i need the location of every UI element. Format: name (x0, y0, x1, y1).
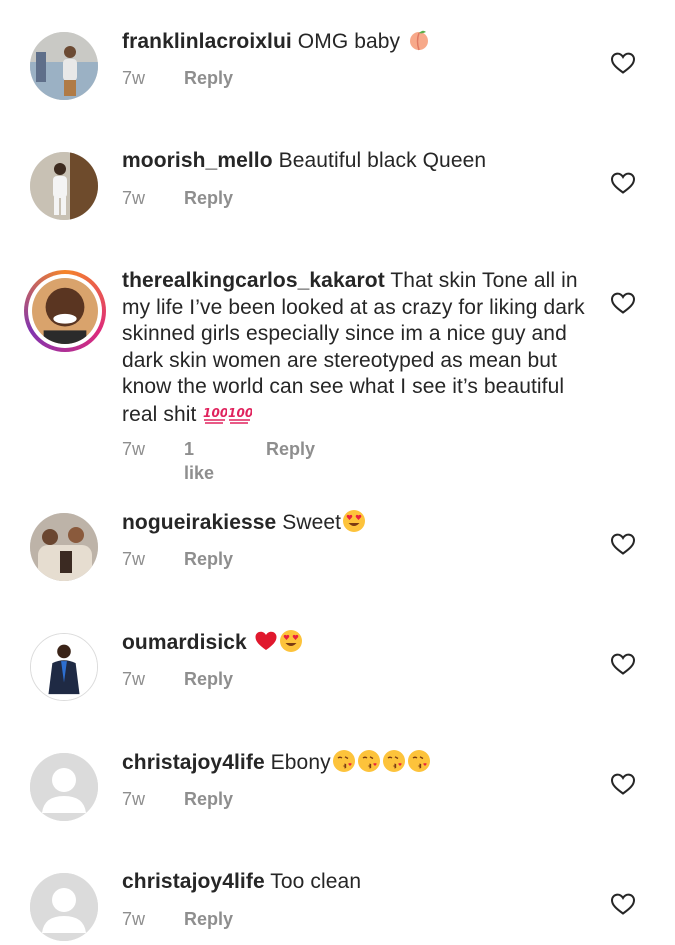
comment-time: 7w (122, 669, 146, 689)
comment-text: OMG baby (297, 30, 401, 53)
story-ring-avatar[interactable] (24, 270, 106, 352)
peach-emoji-icon (407, 28, 431, 52)
reply-button[interactable]: Reply (184, 547, 233, 571)
comment-time: 7w (122, 909, 146, 929)
reply-button[interactable]: Reply (184, 907, 233, 931)
heart-outline-icon[interactable] (610, 291, 636, 315)
avatar[interactable] (30, 513, 98, 581)
comment-username[interactable]: therealkingcarlos_kakarot (122, 269, 385, 292)
svg-text:100: 100 (203, 406, 227, 420)
red-heart-emoji-icon (254, 629, 278, 653)
avatar[interactable] (30, 152, 98, 220)
comment-username[interactable]: christajoy4life (122, 870, 265, 893)
comment-text: Beautiful black Queen (278, 149, 487, 172)
comment-text: Ebony (270, 751, 331, 774)
kissing-heart-emoji-icon (332, 749, 356, 773)
comment-text: That skin Tone all in my life I’ve been … (122, 269, 585, 426)
comment-time: 7w (122, 188, 146, 208)
heart-outline-icon[interactable] (610, 51, 636, 75)
heart-outline-icon[interactable] (610, 532, 636, 556)
svg-text:100: 100 (228, 406, 252, 420)
kissing-heart-emoji-icon (407, 749, 431, 773)
hundred-emoji-icon: 100 (203, 401, 227, 425)
hundred-emoji-icon: 100 (228, 401, 252, 425)
avatar[interactable] (30, 32, 98, 100)
comment-time: 7w (122, 439, 146, 459)
reply-button[interactable]: Reply (184, 787, 233, 811)
comment-username[interactable]: nogueirakiesse (122, 511, 276, 534)
comment-text: Sweet (282, 511, 342, 534)
heart-outline-icon[interactable] (610, 171, 636, 195)
comment-username[interactable]: christajoy4life (122, 751, 265, 774)
comment-time: 7w (122, 68, 146, 88)
avatar[interactable] (30, 633, 98, 701)
heart-outline-icon[interactable] (610, 772, 636, 796)
heart-outline-icon[interactable] (610, 892, 636, 916)
heart-outline-icon[interactable] (610, 652, 636, 676)
reply-button[interactable]: Reply (266, 437, 315, 461)
kissing-heart-emoji-icon (357, 749, 381, 773)
comment-username[interactable]: oumardisick (122, 631, 247, 654)
comment-text: Too clean (270, 870, 362, 893)
comment-username[interactable]: franklinlacroixlui (122, 30, 292, 53)
comment-time: 7w (122, 549, 146, 569)
comment-time: 7w (122, 789, 146, 809)
heart-eyes-emoji-icon (342, 509, 366, 533)
default-avatar[interactable] (30, 753, 98, 821)
reply-button[interactable]: Reply (184, 186, 233, 210)
reply-button[interactable]: Reply (184, 66, 233, 90)
kissing-heart-emoji-icon (382, 749, 406, 773)
default-avatar[interactable] (30, 873, 98, 941)
reply-button[interactable]: Reply (184, 667, 233, 691)
comment-username[interactable]: moorish_mello (122, 149, 273, 172)
likes-count[interactable]: 1 like (184, 437, 214, 485)
heart-eyes-emoji-icon (279, 629, 303, 653)
